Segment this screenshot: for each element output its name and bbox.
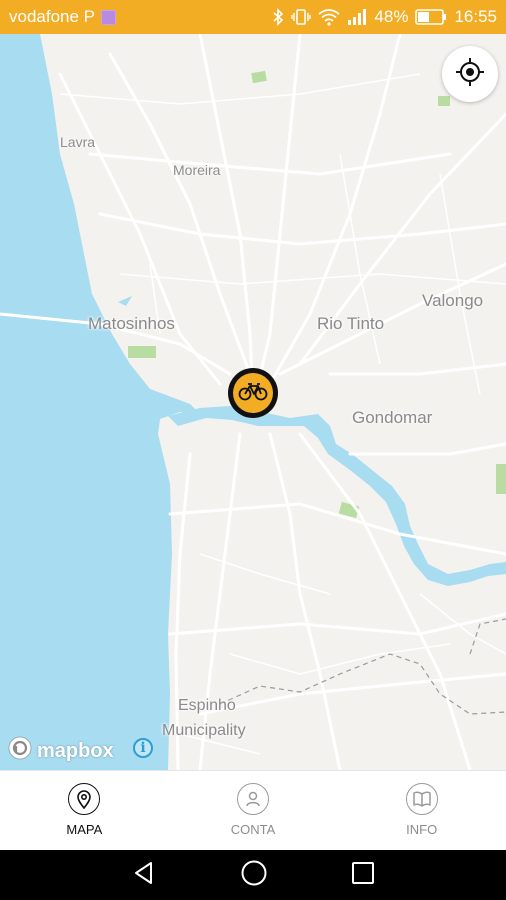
locate-crosshair-icon xyxy=(455,57,485,92)
status-icons: 48% 16:55 xyxy=(272,7,497,27)
carrier-label: vodafone P xyxy=(9,7,96,26)
bottom-navigation: MAPA CONTA INFO xyxy=(0,770,506,850)
place-rio-tinto: Rio Tinto xyxy=(317,314,385,333)
wifi-icon xyxy=(318,8,340,26)
bike-station-marker[interactable] xyxy=(228,368,278,418)
user-icon xyxy=(237,783,269,815)
bike-marker-inner xyxy=(233,373,273,413)
mapbox-mark-icon xyxy=(7,735,33,767)
vibrate-icon xyxy=(291,8,312,26)
bluetooth-icon xyxy=(272,8,284,26)
battery-percent: 48% xyxy=(374,7,409,26)
nav-item-conta[interactable]: CONTA xyxy=(169,771,338,850)
carrier-group: vodafone P xyxy=(9,7,117,27)
mapbox-wordmark: mapbox xyxy=(37,739,114,762)
system-navigation-bar xyxy=(0,850,506,900)
nav-item-mapa[interactable]: MAPA xyxy=(0,771,169,850)
place-valongo: Valongo xyxy=(422,291,484,310)
book-icon xyxy=(405,783,438,815)
recents-icon[interactable] xyxy=(351,861,375,890)
attribution-info-button[interactable]: i xyxy=(133,738,153,758)
clock: 16:55 xyxy=(454,7,497,26)
place-municipality: Municipality xyxy=(162,722,246,739)
signal-icon xyxy=(347,8,367,26)
place-gondomar: Gondomar xyxy=(352,408,433,427)
mapbox-logo[interactable]: mapbox xyxy=(7,735,114,767)
place-espinho: Espinho xyxy=(178,697,236,714)
battery-icon xyxy=(415,9,447,25)
home-icon[interactable] xyxy=(240,859,268,892)
place-lavra: Lavra xyxy=(60,134,96,150)
gallery-notification-icon xyxy=(101,9,117,25)
map-view[interactable]: Lavra Moreira Matosinhos Rio Tinto Valon… xyxy=(0,34,506,770)
back-icon[interactable] xyxy=(131,860,157,891)
map-pin-icon xyxy=(68,783,101,815)
place-matosinhos: Matosinhos xyxy=(88,314,175,333)
status-bar: vodafone P 48% 16:55 xyxy=(0,0,506,34)
nav-label-mapa: MAPA xyxy=(66,822,103,837)
nav-label-info: INFO xyxy=(406,822,438,837)
locate-me-button[interactable] xyxy=(442,46,498,102)
place-moreira: Moreira xyxy=(173,162,221,178)
nav-label-conta: CONTA xyxy=(230,822,276,837)
nav-item-info[interactable]: INFO xyxy=(337,771,506,850)
bicycle-icon xyxy=(238,381,268,406)
